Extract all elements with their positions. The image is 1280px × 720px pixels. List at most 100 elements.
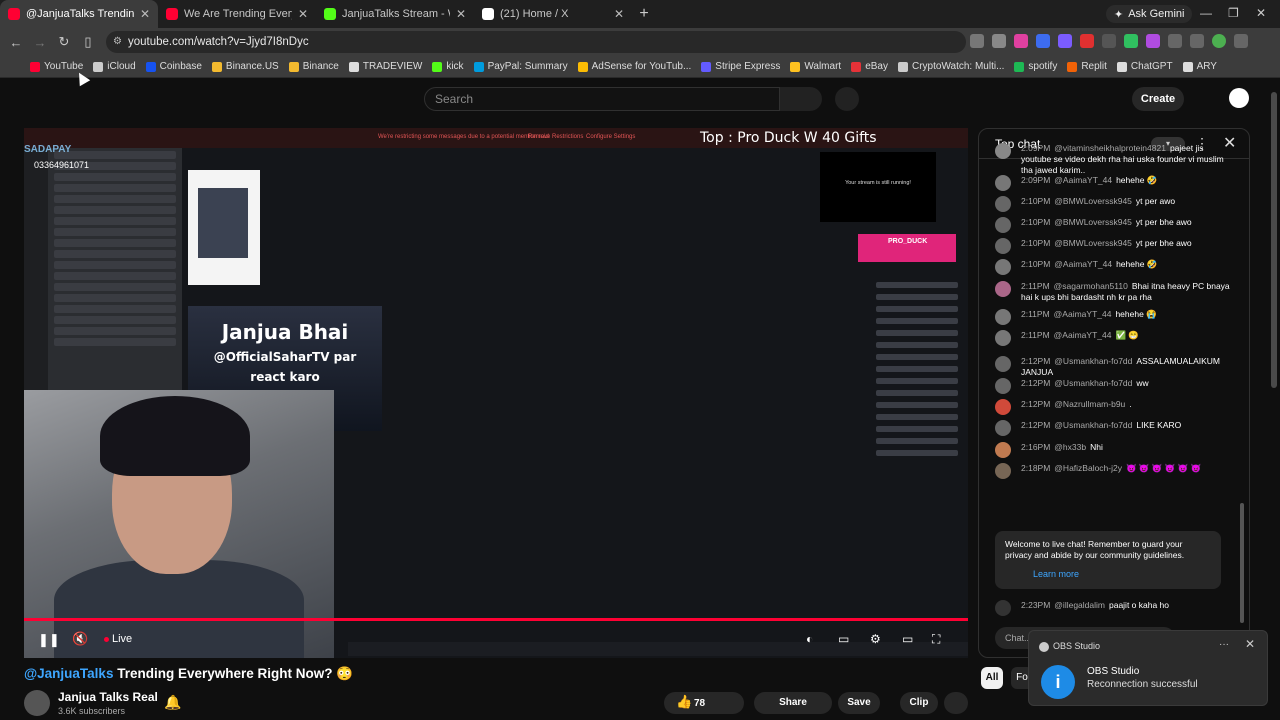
downloads-icon[interactable] (1190, 34, 1204, 48)
bookmark-item[interactable]: YouTube (30, 61, 83, 72)
minimize-icon[interactable]: — (1200, 6, 1212, 20)
channel-handle-link[interactable]: @JanjuaTalks (24, 666, 113, 681)
extension-icon[interactable] (1014, 34, 1028, 48)
bookmark-item[interactable]: AdSense for YouTub... (577, 61, 691, 72)
bookmark-item[interactable]: Binance (288, 61, 339, 72)
bookmark-item[interactable]: ARY (1182, 61, 1217, 72)
message-user[interactable]: @AaimaYT_44 (1054, 175, 1112, 185)
tab-janjuatalks-trending[interactable]: @JanjuaTalks Trending Everywhere ✕ (0, 0, 158, 28)
more-actions-button[interactable] (944, 692, 968, 714)
captions-icon[interactable]: ▭ (838, 632, 849, 646)
create-button[interactable]: Create (1132, 87, 1184, 111)
tab-x-home[interactable]: (21) Home / X ✕ (474, 0, 632, 28)
close-tab-icon[interactable]: ✕ (456, 7, 466, 21)
message-user[interactable]: @vitaminsheikhalprotein4821 (1054, 143, 1166, 153)
side-panel-icon[interactable]: ▯ (76, 34, 100, 50)
extension-icon[interactable] (1036, 34, 1050, 48)
bookmark-star-icon[interactable] (992, 34, 1006, 48)
extension-icon[interactable] (1102, 34, 1116, 48)
bookmark-item[interactable]: PayPal: Summary (473, 61, 568, 72)
thumbs-up-icon[interactable]: 👍 (676, 694, 692, 710)
bookmark-item[interactable]: Binance.US (211, 61, 279, 72)
fullscreen-icon[interactable]: ⛶ (932, 632, 940, 647)
reload-icon[interactable]: ↻ (52, 34, 76, 50)
channel-name[interactable]: Janjua Talks Real (58, 690, 158, 704)
message-user[interactable]: @AaimaYT_44 (1054, 309, 1112, 319)
extension-icon[interactable] (1058, 34, 1072, 48)
close-tab-icon[interactable]: ✕ (298, 7, 308, 21)
filter-chip-all[interactable]: All (981, 667, 1003, 689)
search-button[interactable] (780, 87, 822, 111)
microphone-icon[interactable] (835, 87, 859, 111)
bookmark-item[interactable]: TRADEVIEW (348, 61, 422, 72)
restore-icon[interactable]: ❐ (1228, 6, 1239, 20)
message-user[interactable]: @BMWLoverssk945 (1054, 238, 1132, 248)
bookmark-item[interactable]: ChatGPT (1116, 61, 1173, 72)
settings-gear-icon[interactable]: ⚙ (870, 632, 881, 646)
share-button[interactable]: Share (754, 692, 832, 714)
forward-icon[interactable]: → (28, 35, 52, 50)
message-user[interactable]: @AaimaYT_44 (1054, 259, 1112, 269)
clip-button[interactable]: Clip (900, 692, 938, 714)
message-user[interactable]: @Usmankhan-fo7dd (1054, 356, 1132, 366)
bookmark-item[interactable]: iCloud (93, 61, 136, 72)
ask-gemini-button[interactable]: ✦ Ask Gemini (1106, 5, 1193, 23)
close-window-icon[interactable]: ✕ (1256, 6, 1266, 20)
url-field[interactable]: ⚙ youtube.com/watch?v=Jjyd7I8nDyc (106, 31, 966, 53)
bookmark-item[interactable]: kick (432, 61, 464, 72)
autoplay-toggle-icon[interactable]: ◐ (806, 632, 813, 646)
bookmark-item[interactable]: CryptoWatch: Multi... (897, 61, 1004, 72)
tab-kick-stream[interactable]: JanjuaTalks Stream - Watch Live ✕ (316, 0, 474, 28)
back-icon[interactable]: ← (4, 35, 28, 50)
obs-notification[interactable]: OBS Studio ··· ✕ i OBS Studio Reconnecti… (1028, 630, 1268, 706)
bookmark-item[interactable]: eBay (851, 61, 888, 72)
extension-icon[interactable] (1146, 34, 1160, 48)
bookmark-item[interactable]: Walmart (790, 61, 841, 72)
message-user[interactable]: @Usmankhan-fo7dd (1054, 378, 1132, 388)
close-notification-icon[interactable]: ✕ (1245, 637, 1255, 651)
message-user[interactable]: @BMWLoverssk945 (1054, 196, 1132, 206)
chat-scrollbar[interactable] (1240, 503, 1244, 623)
bookmark-item[interactable]: Coinbase (145, 61, 202, 72)
menu-icon[interactable] (1234, 34, 1248, 48)
tab-we-are-trending[interactable]: We Are Trending Everywhere R ✕ (158, 0, 316, 28)
channel-avatar[interactable] (24, 690, 50, 716)
bookmark-item[interactable]: Stripe Express (701, 61, 780, 72)
page-scrollbar[interactable] (1271, 92, 1277, 388)
save-button[interactable]: Save (838, 692, 880, 714)
avatar (995, 442, 1011, 458)
site-info-icon[interactable]: ⚙ (113, 36, 122, 47)
close-tab-icon[interactable]: ✕ (140, 7, 150, 21)
account-avatar[interactable] (1229, 88, 1249, 108)
profile-icon[interactable] (1212, 34, 1226, 48)
message-user[interactable]: @Nazrullmam-b9u (1054, 399, 1125, 409)
message-user[interactable]: @sagarmohan5110 (1054, 281, 1128, 291)
new-tab-button[interactable]: + (632, 5, 656, 23)
message-user[interactable]: @HafizBaloch-j2y (1054, 463, 1122, 473)
message-time: 2:12PM (1021, 356, 1051, 366)
video-player[interactable]: We're restricting some messages due to a… (24, 128, 968, 658)
extension-icon[interactable] (1124, 34, 1138, 48)
bookmark-item[interactable]: spotify (1014, 61, 1057, 72)
message-user[interactable]: @AaimaYT_44 (1054, 330, 1112, 340)
more-icon[interactable]: ··· (1219, 639, 1229, 650)
learn-more-link[interactable]: Learn more (1033, 569, 1079, 580)
progress-bar[interactable] (24, 618, 968, 621)
extension-icon[interactable] (1080, 34, 1094, 48)
search-input[interactable]: Search (424, 87, 780, 111)
message-user[interactable]: @BMWLoverssk945 (1054, 217, 1132, 227)
message-user[interactable]: @illegaldalim (1054, 600, 1105, 610)
message-user[interactable]: @Usmankhan-fo7dd (1054, 420, 1132, 430)
bookmark-item[interactable]: Replit (1067, 61, 1107, 72)
message-text: . (1129, 399, 1132, 409)
message-time: 2:10PM (1021, 259, 1051, 269)
message-user[interactable]: @hx33b (1054, 442, 1086, 452)
puzzle-icon[interactable] (1168, 34, 1182, 48)
close-tab-icon[interactable]: ✕ (614, 7, 624, 21)
pause-icon[interactable]: ❚❚ (38, 632, 60, 648)
bell-icon[interactable]: 🔔 (164, 694, 181, 711)
live-badge[interactable]: Live (103, 633, 132, 645)
mute-icon[interactable]: 🔇 (72, 631, 88, 647)
theater-mode-icon[interactable]: ▭ (902, 632, 913, 646)
screen-cast-icon[interactable] (970, 34, 984, 48)
